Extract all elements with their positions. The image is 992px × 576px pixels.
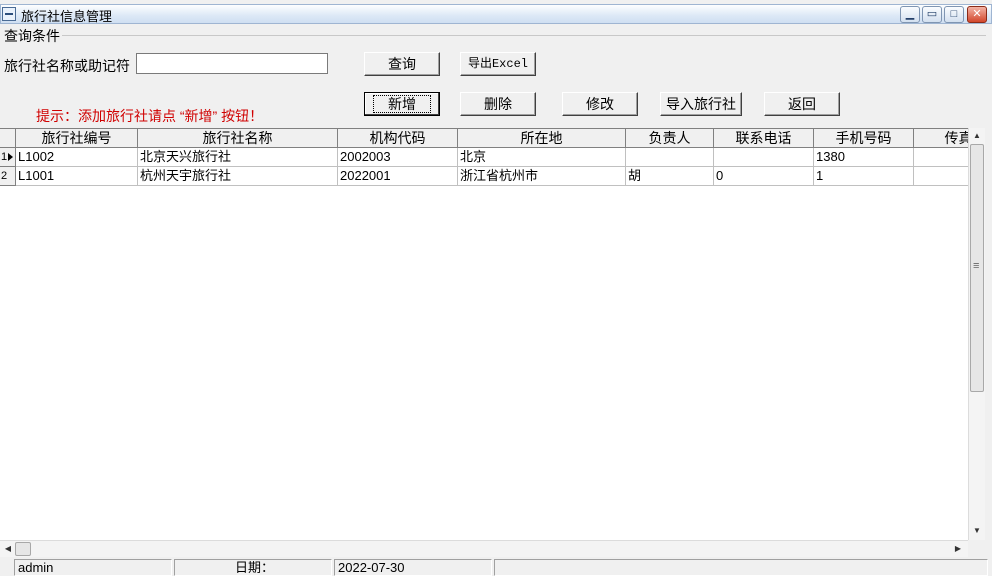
column-header-org-code[interactable]: 机构代码 bbox=[338, 129, 458, 148]
horizontal-scroll-thumb[interactable] bbox=[15, 542, 31, 556]
query-group-divider bbox=[62, 35, 986, 36]
window-title: 旅行社信息管理 bbox=[21, 9, 113, 24]
query-group-title: 查询条件 bbox=[4, 28, 60, 44]
table-cell[interactable]: 2002003 bbox=[338, 148, 458, 167]
table-cell[interactable]: 胡 bbox=[626, 167, 714, 186]
table-cell[interactable]: 北京 bbox=[458, 148, 626, 167]
import-agency-button[interactable]: 导入旅行社 bbox=[660, 92, 742, 116]
column-header-mobile[interactable]: 手机号码 bbox=[814, 129, 914, 148]
scroll-up-icon[interactable]: ▲ bbox=[969, 128, 985, 144]
table-cell[interactable]: 1380 bbox=[814, 148, 914, 167]
horizontal-scrollbar[interactable]: ◀ ▶ bbox=[0, 540, 968, 557]
add-button[interactable]: 新增 bbox=[364, 92, 440, 116]
maximize-button[interactable]: □ bbox=[944, 6, 964, 23]
agency-grid[interactable]: 旅行社编号 旅行社名称 机构代码 所在地 负责人 联系电话 手机号码 传真 1 … bbox=[0, 128, 968, 540]
table-cell[interactable]: L1001 bbox=[16, 167, 138, 186]
system-menu-icon[interactable] bbox=[2, 7, 16, 21]
scroll-down-icon[interactable]: ▼ bbox=[969, 523, 985, 539]
row-number: 1 bbox=[1, 151, 8, 163]
scroll-left-icon[interactable]: ◀ bbox=[0, 541, 16, 557]
table-cell[interactable]: 浙江省杭州市 bbox=[458, 167, 626, 186]
table-cell[interactable]: 北京天兴旅行社 bbox=[138, 148, 338, 167]
back-button[interactable]: 返回 bbox=[764, 92, 840, 116]
delete-button[interactable]: 删除 bbox=[460, 92, 536, 116]
table-cell[interactable] bbox=[914, 148, 968, 167]
table-cell[interactable]: 0 bbox=[714, 167, 814, 186]
column-header-manager[interactable]: 负责人 bbox=[626, 129, 714, 148]
current-row-pointer-icon bbox=[8, 153, 13, 161]
query-button[interactable]: 查询 bbox=[364, 52, 440, 76]
modify-button[interactable]: 修改 bbox=[562, 92, 638, 116]
table-cell[interactable]: 1 bbox=[814, 167, 914, 186]
row-number: 2 bbox=[1, 170, 8, 182]
add-button-label: 新增 bbox=[373, 95, 431, 113]
table-cell[interactable] bbox=[714, 148, 814, 167]
status-user: admin bbox=[14, 559, 172, 576]
column-header-phone[interactable]: 联系电话 bbox=[714, 129, 814, 148]
status-date-value: 2022-07-30 bbox=[334, 559, 492, 576]
row-header[interactable]: 1 bbox=[0, 148, 16, 167]
agency-name-label: 旅行社名称或助记符 bbox=[4, 58, 130, 74]
grid-corner bbox=[0, 129, 16, 148]
column-header-agency-name[interactable]: 旅行社名称 bbox=[138, 129, 338, 148]
minimize-button[interactable]: ▁ bbox=[900, 6, 920, 23]
vertical-scroll-thumb[interactable] bbox=[970, 144, 984, 392]
vertical-scrollbar[interactable]: ▲ ▼ bbox=[968, 128, 985, 540]
status-extra-pane bbox=[494, 559, 988, 576]
close-button[interactable]: ✕ bbox=[967, 6, 987, 23]
table-cell[interactable]: 2022001 bbox=[338, 167, 458, 186]
table-cell[interactable]: L1002 bbox=[16, 148, 138, 167]
restore-button[interactable]: ▭ bbox=[922, 6, 942, 23]
agency-name-input[interactable] bbox=[136, 53, 328, 74]
table-cell[interactable]: 杭州天宇旅行社 bbox=[138, 167, 338, 186]
column-header-agency-code[interactable]: 旅行社编号 bbox=[16, 129, 138, 148]
status-date-label: 日期： bbox=[174, 559, 332, 576]
hint-text: 提示：添加旅行社请点 “新增” 按钮！ bbox=[36, 108, 264, 124]
window-titlebar: 旅行社信息管理 ▁ ▭ □ ✕ bbox=[0, 4, 992, 24]
column-header-fax[interactable]: 传真 bbox=[914, 129, 968, 148]
status-bar: admin 日期： 2022-07-30 bbox=[0, 558, 992, 576]
table-cell[interactable] bbox=[626, 148, 714, 167]
column-header-location[interactable]: 所在地 bbox=[458, 129, 626, 148]
export-excel-button[interactable]: 导出Excel bbox=[460, 52, 536, 76]
scroll-right-icon[interactable]: ▶ bbox=[950, 541, 966, 557]
row-header[interactable]: 2 bbox=[0, 167, 16, 186]
table-cell[interactable] bbox=[914, 167, 968, 186]
